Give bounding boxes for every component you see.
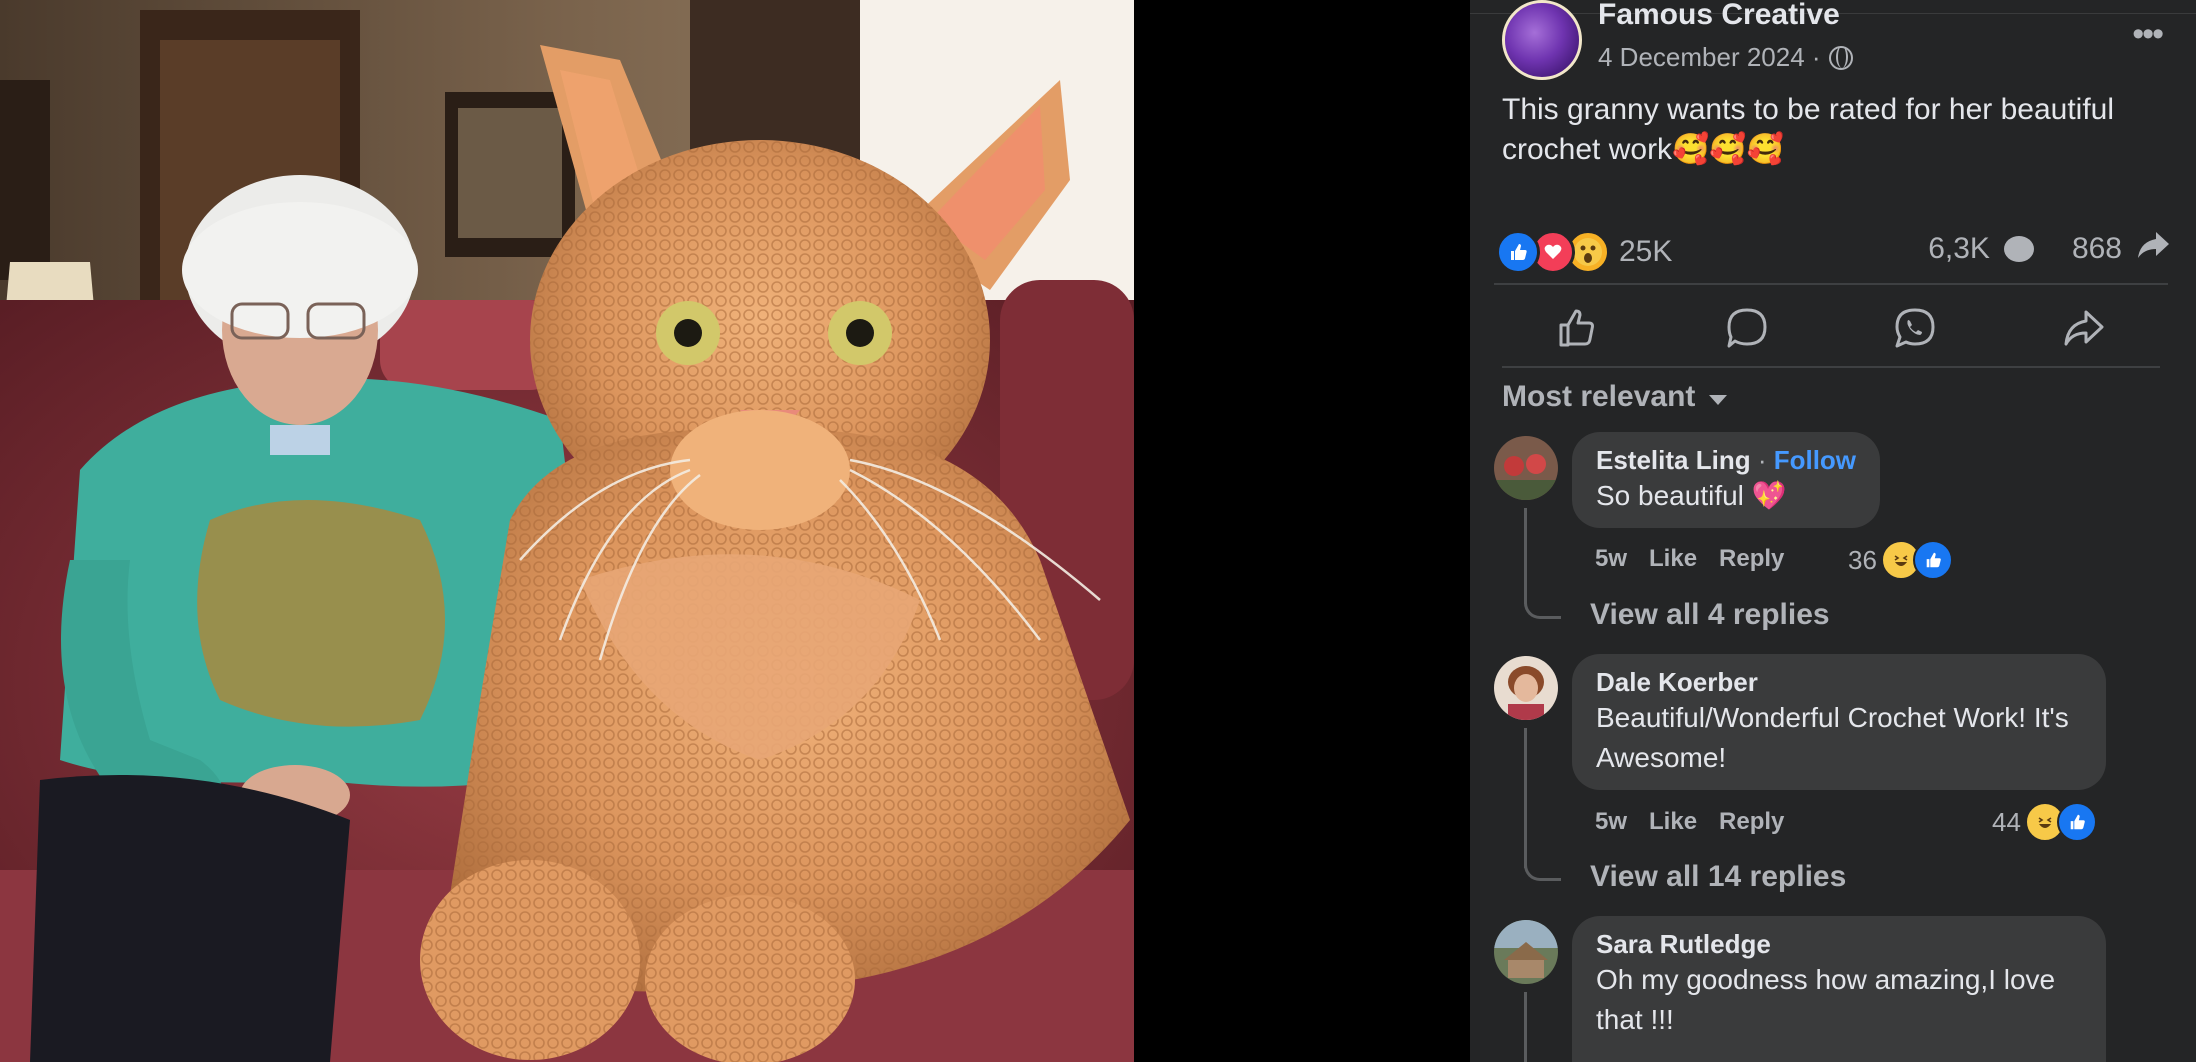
comment-bubble: Estelita Ling · Follow So beautiful 💖 <box>1572 432 1881 528</box>
follow-link[interactable]: Follow <box>1774 445 1856 475</box>
comment-filter-dropdown[interactable]: Most relevant <box>1502 380 1728 414</box>
comment-author[interactable]: Estelita Ling <box>1596 445 1751 475</box>
globe-icon <box>1828 45 1853 70</box>
commenter-avatar[interactable] <box>1494 436 1558 500</box>
thumbs-up-icon <box>1559 309 1595 347</box>
view-replies-link[interactable]: View all 4 replies <box>1590 598 1830 632</box>
view-replies-link[interactable]: View all 14 replies <box>1590 860 1846 894</box>
comment-react-count: 44 <box>1992 806 2021 837</box>
stats-divider <box>1494 283 2168 285</box>
post-date[interactable]: 4 December 2024 · <box>1598 42 1821 73</box>
post-meta: 4 December 2024 · <box>1598 42 1853 73</box>
action-bar <box>1494 295 2168 361</box>
page-avatar[interactable] <box>1502 0 1582 80</box>
like-action[interactable] <box>1548 298 1608 358</box>
share-action[interactable] <box>2054 298 2114 358</box>
comment-reactions[interactable]: 36 <box>1848 540 1953 580</box>
comment-icon <box>1727 308 1767 348</box>
thread-connector <box>1524 852 1561 881</box>
page-name[interactable]: Famous Creative <box>1598 0 1840 30</box>
comment-time[interactable]: 5w <box>1595 808 1627 836</box>
thread-line <box>1524 992 1527 1062</box>
comment-actions: 5w Like Reply <box>1595 545 1784 573</box>
comment-count[interactable]: 6,3K <box>1928 232 1990 266</box>
caret-down-icon <box>1709 395 1728 405</box>
more-options-button[interactable]: ••• <box>2132 14 2164 54</box>
comment-react-count: 36 <box>1848 544 1877 575</box>
comment-like-button[interactable]: Like <box>1649 545 1697 573</box>
post-caption: This granny wants to be rated for her be… <box>1502 93 2115 166</box>
share-arrow-icon <box>2136 230 2170 268</box>
reactions-summary[interactable]: 25K <box>1496 230 1672 274</box>
comment-time[interactable]: 5w <box>1595 545 1627 573</box>
comment-author[interactable]: Sara Rutledge <box>1596 928 2082 960</box>
post-panel: Famous Creative 4 December 2024 · ••• Th… <box>1470 0 2196 1062</box>
commenter-avatar[interactable] <box>1494 656 1558 720</box>
comment-text: Oh my goodness how amazing,I love that !… <box>1596 964 2056 1035</box>
filter-label: Most relevant <box>1502 380 1696 413</box>
share-icon <box>2064 310 2104 346</box>
black-gap <box>1134 0 1470 1062</box>
like-small-icon <box>2056 802 2097 842</box>
comment-bubble-icon <box>2003 236 2034 262</box>
post-photo[interactable] <box>0 0 1134 1062</box>
comment-author-line: Estelita Ling · Follow <box>1596 444 1856 476</box>
comment-reactions[interactable]: 44 <box>1992 802 2097 842</box>
like-small-icon <box>1912 540 1953 580</box>
actions-divider <box>1502 366 2160 368</box>
engagement-stats: 6,3K 868 <box>1928 230 2170 268</box>
comment-reply-button[interactable]: Reply <box>1719 545 1784 573</box>
whatsapp-icon <box>1895 308 1935 348</box>
comment-reply-button[interactable]: Reply <box>1719 808 1784 836</box>
comment-actions: 5w Like Reply <box>1595 808 1784 836</box>
comment-bubble: Dale Koerber Beautiful/Wonderful Crochet… <box>1572 654 2106 790</box>
comment-text: Beautiful/Wonderful Crochet Work! It's A… <box>1596 702 2069 773</box>
comment-action[interactable] <box>1717 298 1777 358</box>
whatsapp-action[interactable] <box>1885 298 1945 358</box>
comment-like-button[interactable]: Like <box>1649 808 1697 836</box>
like-icon <box>1496 230 1540 274</box>
crochet-cat-photo <box>0 0 1134 1062</box>
comment-text: So beautiful 💖 <box>1596 480 1787 511</box>
comment-bubble: Sara Rutledge Oh my goodness how amazing… <box>1572 916 2106 1062</box>
separator-dot: · <box>1757 445 1767 475</box>
thread-line <box>1524 728 1527 868</box>
comment-author[interactable]: Dale Koerber <box>1596 666 2082 698</box>
thread-connector <box>1524 590 1561 619</box>
reaction-count: 25K <box>1619 235 1673 268</box>
commenter-avatar[interactable] <box>1494 920 1558 984</box>
share-count[interactable]: 868 <box>2072 232 2122 266</box>
